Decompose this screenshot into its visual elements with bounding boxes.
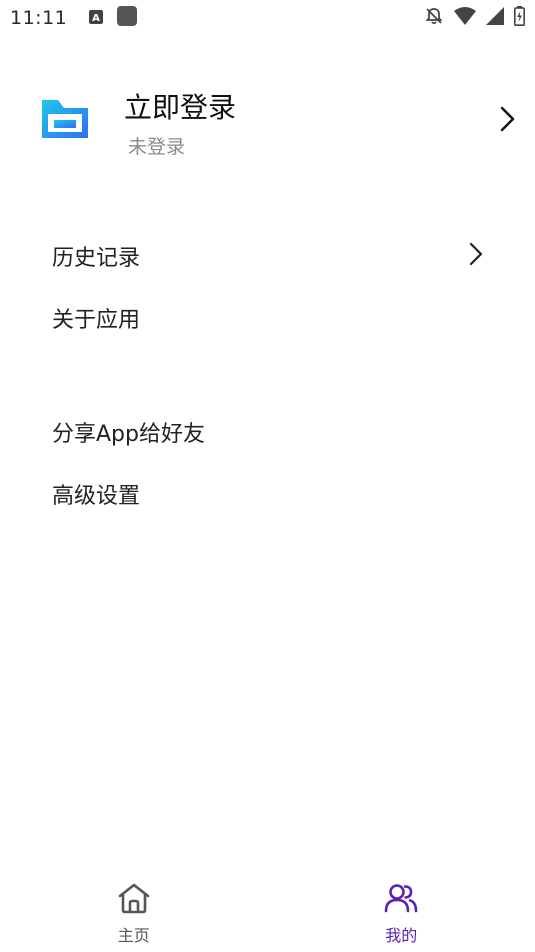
tab-mine[interactable]: 我的 — [268, 872, 535, 952]
chevron-right-icon — [469, 242, 483, 270]
menu-item-about[interactable]: 关于应用 — [0, 289, 535, 347]
menu-item-history[interactable]: 历史记录 — [0, 227, 535, 285]
signal-icon — [486, 7, 504, 29]
home-icon — [117, 882, 151, 918]
login-header[interactable]: 立即登录 未登录 — [0, 72, 535, 172]
chevron-right-icon[interactable] — [499, 106, 515, 136]
battery-icon — [514, 6, 525, 30]
menu-item-label: 高级设置 — [52, 484, 141, 509]
tab-home[interactable]: 主页 — [0, 872, 268, 952]
menu-item-share[interactable]: 分享App给好友 — [0, 403, 535, 461]
tab-label: 主页 — [117, 926, 150, 945]
menu-item-label: 分享App给好友 — [52, 422, 205, 447]
bell-off-icon — [424, 6, 444, 30]
tab-label: 我的 — [385, 926, 418, 945]
users-icon — [384, 882, 418, 918]
folder-logo-icon — [40, 98, 90, 144]
status-bar: 11:11 A — [0, 0, 535, 36]
bottom-nav: 主页 我的 — [0, 872, 535, 952]
menu-item-advanced-settings[interactable]: 高级设置 — [0, 465, 535, 523]
wifi-icon — [454, 7, 476, 29]
status-time: 11:11 — [10, 7, 68, 29]
login-title[interactable]: 立即登录 — [124, 86, 236, 126]
login-status: 未登录 — [128, 136, 186, 158]
menu-item-label: 历史记录 — [52, 246, 141, 271]
app-square-icon — [117, 6, 138, 30]
menu-item-label: 关于应用 — [52, 308, 141, 333]
svg-text:A: A — [92, 13, 100, 24]
font-a-icon: A — [89, 9, 104, 28]
